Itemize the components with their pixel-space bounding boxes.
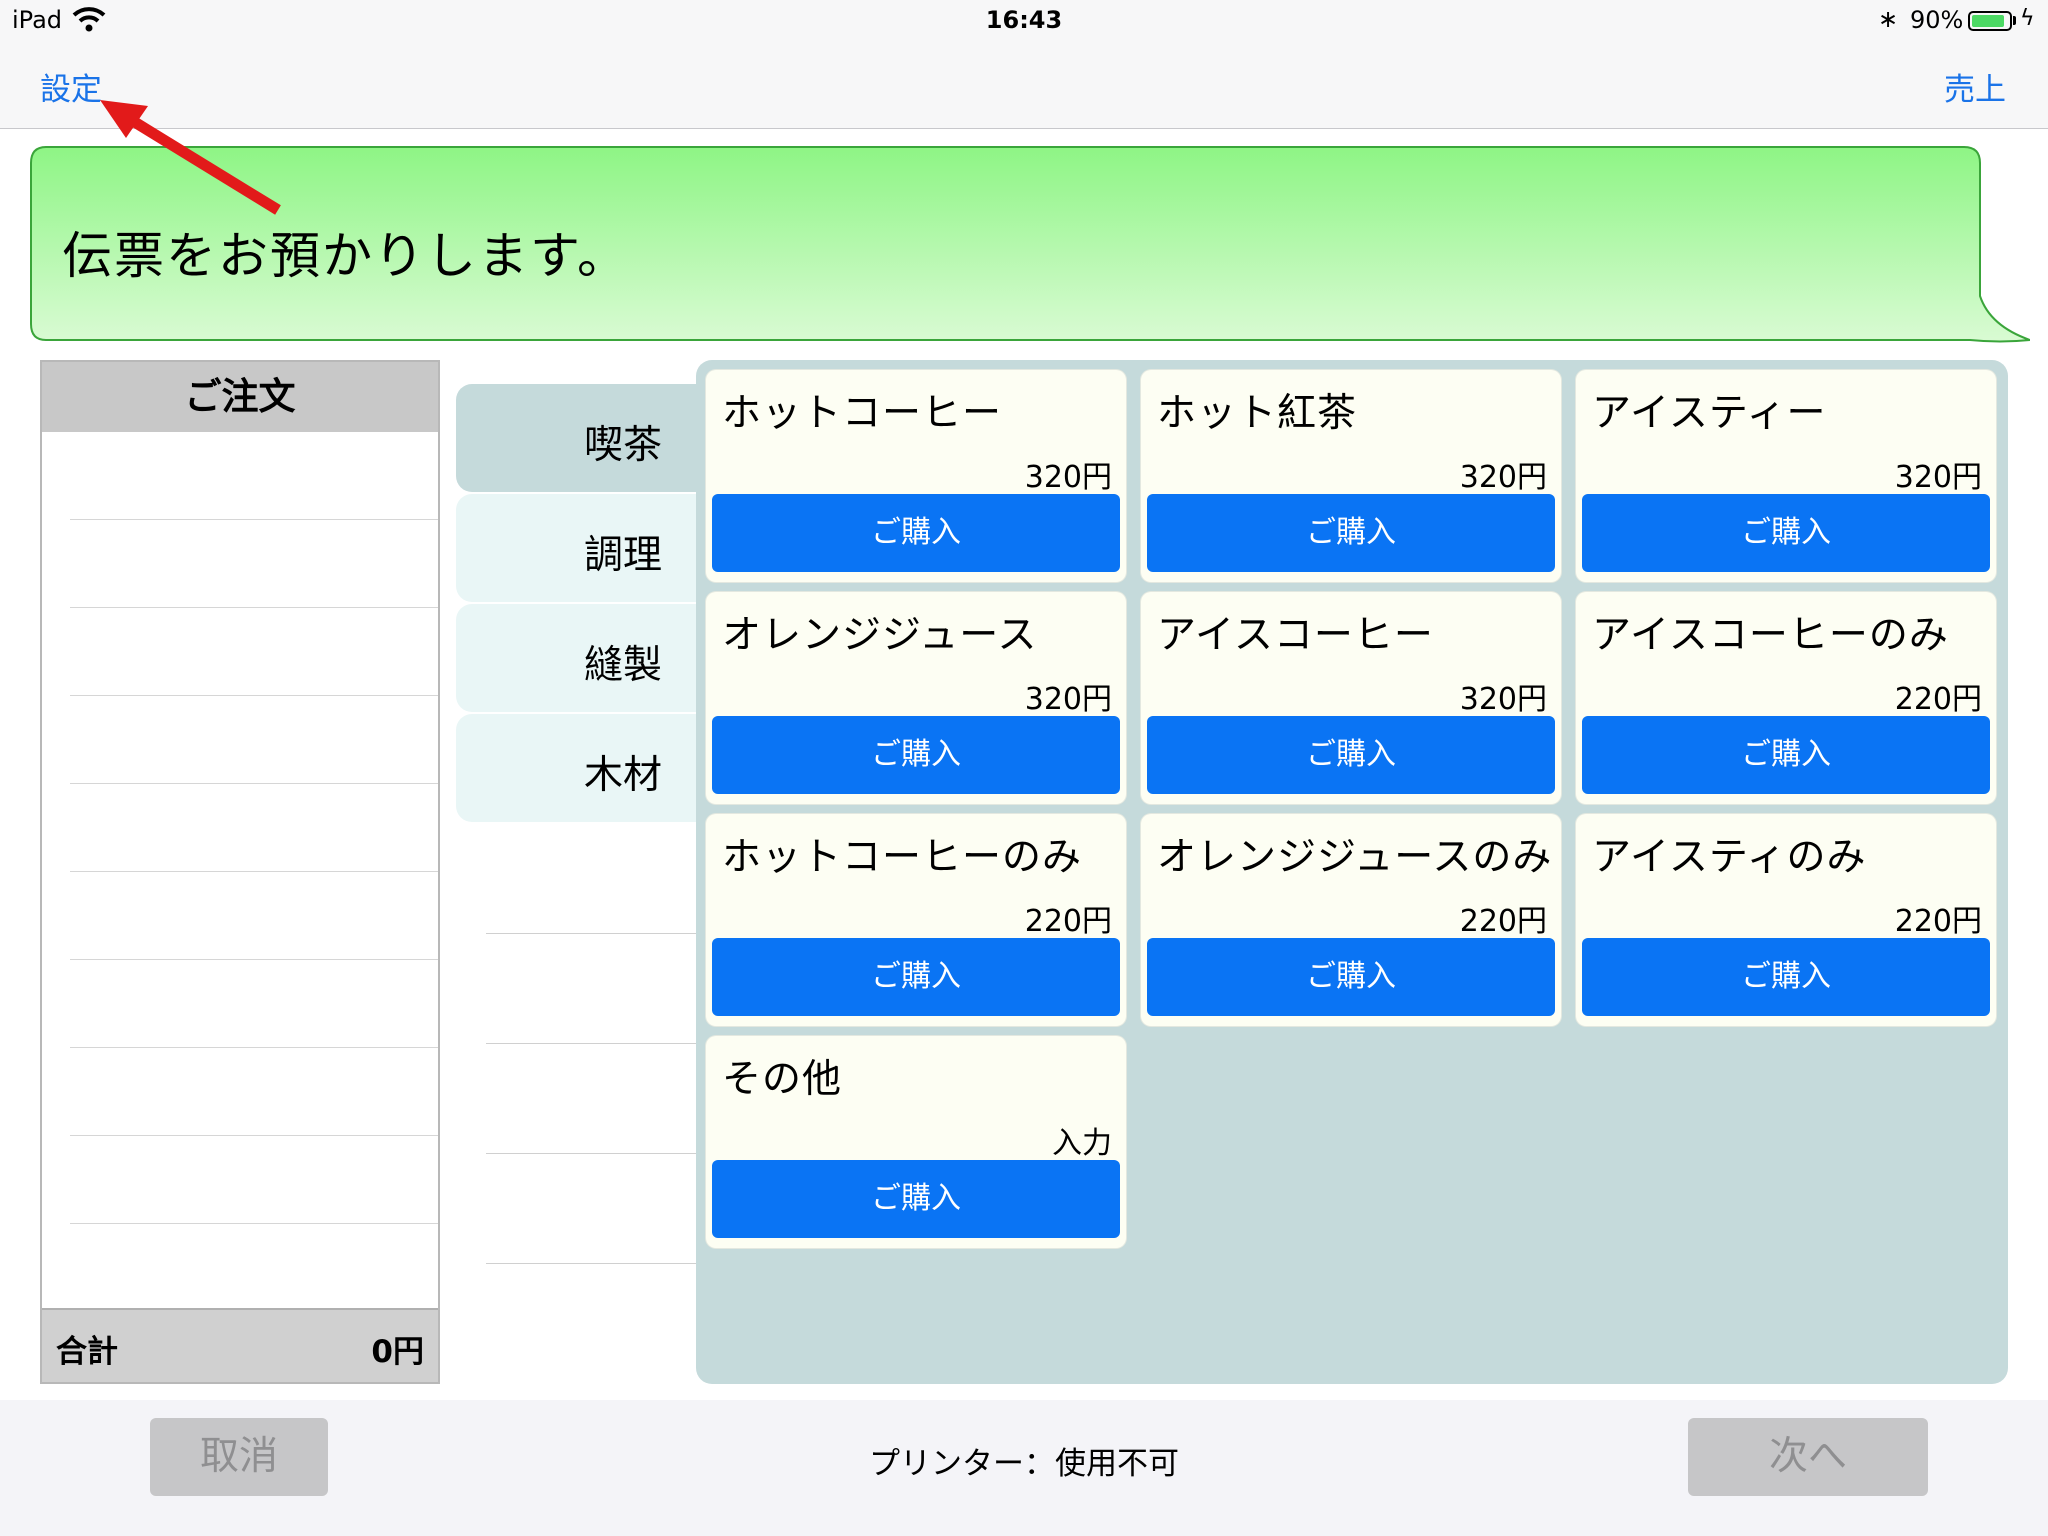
product-name: その他 [722, 1057, 843, 1102]
product-grid: ホットコーヒー 320円 ご購入 ホット紅茶 320円 ご購入 アイスティー 3… [696, 360, 2008, 1384]
product-price: 320円 [1024, 682, 1112, 717]
product-price: 320円 [1459, 682, 1547, 717]
navigation-bar: 設定 売上 [0, 42, 2048, 129]
product-price: 220円 [1894, 682, 1982, 717]
order-row-divider [70, 783, 438, 784]
product-card: アイスコーヒーのみ 220円 ご購入 [1576, 592, 1996, 804]
product-price: 320円 [1024, 460, 1112, 495]
bluetooth-icon: ∗ [1878, 5, 1899, 33]
buy-button[interactable]: ご購入 [712, 494, 1120, 572]
status-bar: iPad 16:43 ∗ 90% ϟ [0, 0, 2048, 42]
buy-button[interactable]: ご購入 [712, 716, 1120, 794]
category-tab-label: 調理 [583, 533, 662, 578]
order-row-divider [70, 1047, 438, 1048]
buy-button[interactable]: ご購入 [1582, 494, 1990, 572]
order-row-divider [70, 695, 438, 696]
buy-button[interactable]: ご購入 [712, 1160, 1120, 1238]
category-tab-chouri[interactable]: 調理 [456, 494, 698, 602]
order-panel: ご注文 合計 0円 [40, 360, 440, 1384]
category-divider [486, 1153, 698, 1154]
category-tab-kissa[interactable]: 喫茶 [456, 384, 698, 492]
product-price: 入力 [1052, 1126, 1112, 1161]
battery-percent: 90% [1910, 6, 1964, 34]
order-row-divider [70, 1135, 438, 1136]
order-row-divider [70, 607, 438, 608]
category-divider [486, 933, 698, 934]
buy-button[interactable]: ご購入 [1147, 938, 1555, 1016]
product-card: ホット紅茶 320円 ご購入 [1141, 370, 1561, 582]
product-price: 220円 [1459, 904, 1547, 939]
order-row-divider [70, 959, 438, 960]
order-total-label: 合計 [56, 1334, 118, 1370]
product-name: アイスティのみ [1592, 835, 1867, 880]
buy-button[interactable]: ご購入 [1147, 716, 1555, 794]
order-row-divider [70, 1223, 438, 1224]
category-divider [486, 1263, 698, 1264]
product-card: オレンジジュース 320円 ご購入 [706, 592, 1126, 804]
category-tab-mokuzai[interactable]: 木材 [456, 714, 698, 822]
product-card: アイスティのみ 220円 ご購入 [1576, 814, 1996, 1026]
category-tab-label: 喫茶 [583, 423, 662, 468]
product-name: ホット紅茶 [1157, 391, 1358, 436]
product-name: アイスコーヒー [1157, 613, 1434, 658]
product-name: オレンジジュース [722, 613, 1038, 658]
order-row-divider [70, 871, 438, 872]
product-name: アイスコーヒーのみ [1592, 613, 1949, 658]
product-card: アイスコーヒー 320円 ご購入 [1141, 592, 1561, 804]
order-header: ご注文 [42, 362, 438, 432]
category-tab-label: 木材 [583, 753, 662, 798]
buy-button[interactable]: ご購入 [1147, 494, 1555, 572]
sales-button[interactable]: 売上 [1944, 64, 2006, 109]
product-card: ホットコーヒー 320円 ご購入 [706, 370, 1126, 582]
product-price: 220円 [1024, 904, 1112, 939]
order-total-bar: 合計 0円 [42, 1308, 438, 1382]
buy-button[interactable]: ご購入 [1582, 938, 1990, 1016]
product-card: その他 入力 ご購入 [706, 1036, 1126, 1248]
product-card: ホットコーヒーのみ 220円 ご購入 [706, 814, 1126, 1026]
clock: 16:43 [985, 6, 1063, 34]
red-arrow-annotation-icon [100, 100, 281, 215]
product-name: アイスティー [1592, 391, 1827, 436]
product-price: 220円 [1894, 904, 1982, 939]
product-name: ホットコーヒー [722, 391, 1003, 436]
product-price: 320円 [1894, 460, 1982, 495]
buy-button[interactable]: ご購入 [712, 938, 1120, 1016]
product-price: 320円 [1459, 460, 1547, 495]
category-divider [486, 1043, 698, 1044]
next-button[interactable]: 次へ [1688, 1418, 1928, 1496]
order-row-divider [70, 519, 438, 520]
product-card: アイスティー 320円 ご購入 [1576, 370, 1996, 582]
product-card: オレンジジュースのみ 220円 ご購入 [1141, 814, 1561, 1026]
buy-button[interactable]: ご購入 [1582, 716, 1990, 794]
bottom-toolbar: 取消 プリンター：使用不可 次へ [0, 1400, 2048, 1536]
category-tab-label: 縫製 [583, 643, 662, 688]
message-text: 伝票をお預かりします。 [62, 227, 629, 285]
battery-icon [1968, 11, 2012, 31]
charging-bolt-icon: ϟ [2020, 6, 2035, 31]
product-name: オレンジジュースのみ [1157, 835, 1553, 880]
category-tab-housei[interactable]: 縫製 [456, 604, 698, 712]
product-name: ホットコーヒーのみ [722, 835, 1083, 880]
order-total-value: 0円 [371, 1334, 424, 1370]
battery-tip [2013, 16, 2016, 25]
